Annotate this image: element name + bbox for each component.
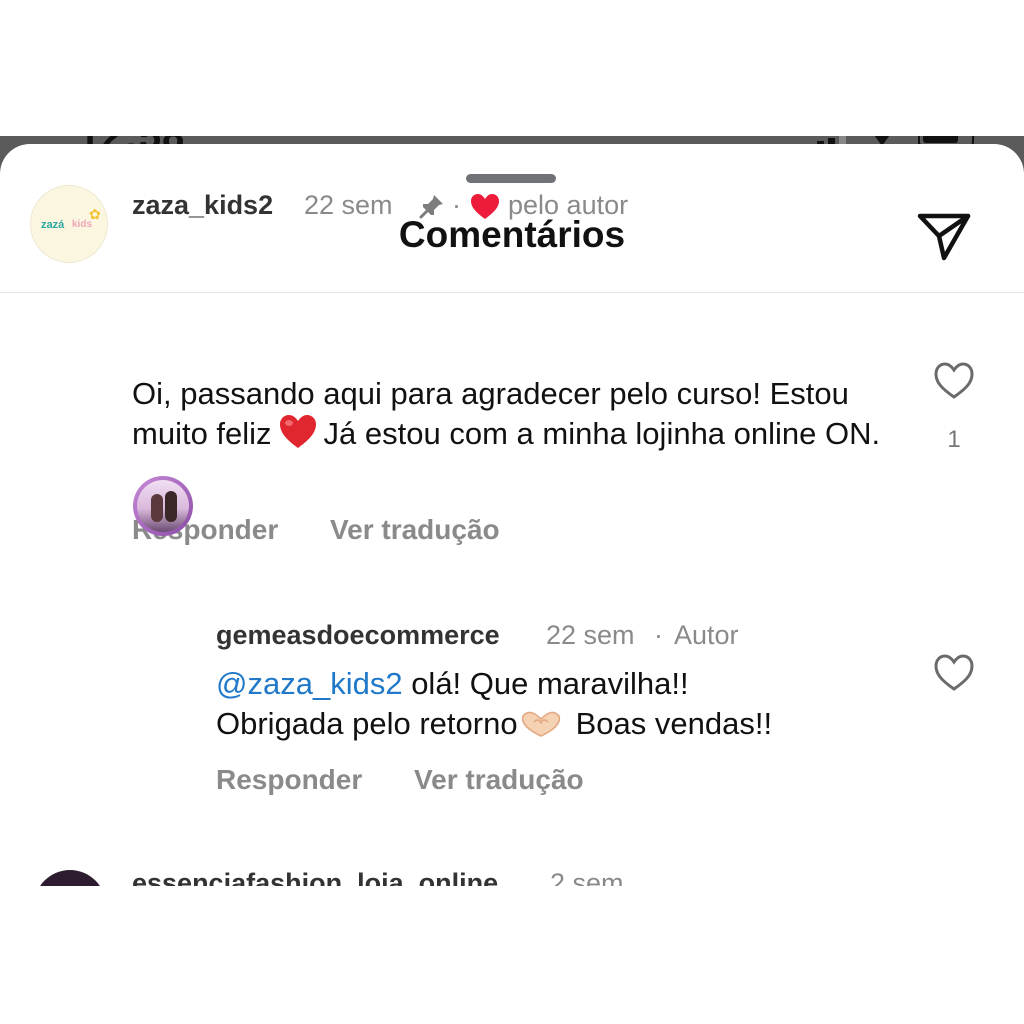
avatar[interactable]: zazá kids ✿ <box>30 185 108 263</box>
paper-plane-icon[interactable] <box>914 208 974 264</box>
pin-icon <box>419 195 443 219</box>
separator-dot: · <box>654 620 663 650</box>
comment-username[interactable]: gemeasdoecommerce <box>216 620 500 651</box>
header-divider <box>0 292 1024 293</box>
liked-by-author: pelo autor <box>508 190 629 220</box>
comment-line: @zaza_kids2 olá! Que maravilha!! <box>216 664 916 704</box>
heart-emoji-icon <box>279 415 316 448</box>
comment-time: 22 sem <box>304 190 393 220</box>
translate-button[interactable]: Ver tradução <box>414 764 584 796</box>
comment-username[interactable]: essenciafashion_loja_online <box>132 868 498 886</box>
comment-time: 22 sem <box>546 620 635 650</box>
avatar-logo-text: zazá <box>41 219 65 231</box>
comment-text: @zaza_kids2 olá! Que maravilha!! Obrigad… <box>216 664 916 744</box>
like-count[interactable]: 1 <box>934 426 974 454</box>
heart-outline-icon[interactable] <box>932 360 976 400</box>
author-badge: Autor <box>674 620 739 650</box>
comment-time: 2 sem <box>550 868 624 886</box>
heart-outline-icon[interactable] <box>932 652 976 692</box>
red-heart-icon <box>471 194 499 219</box>
flower-icon: ✿ <box>89 206 101 222</box>
sheet-grabber[interactable] <box>466 174 556 183</box>
avatar-photo <box>137 480 189 532</box>
comment-text-part: Boas vendas!! <box>575 706 773 741</box>
comment-text-part: olá! Que maravilha!! <box>411 666 689 701</box>
reply-button[interactable]: Responder <box>216 764 362 796</box>
partial-comment: essenciafashion_loja_online 2 sem <box>0 860 1024 886</box>
comment-line: Obrigada pelo retorno Boas vendas!! <box>216 704 916 744</box>
mention-link[interactable]: @zaza_kids2 <box>216 666 403 701</box>
avatar-person <box>151 494 163 522</box>
avatar[interactable] <box>34 870 106 886</box>
avatar-person <box>165 491 177 522</box>
comment-username[interactable]: zaza_kids2 <box>132 190 273 221</box>
comment-text-part: Obrigada pelo retorno <box>216 706 518 741</box>
comment-text: Oi, passando aqui para agradecer pelo cu… <box>132 374 902 454</box>
avatar[interactable] <box>133 476 193 536</box>
comment-text-part: Já estou com a minha lojinha online ON. <box>323 416 881 451</box>
heart-hands-emoji-icon <box>521 711 560 737</box>
separator-dot: · <box>452 190 461 220</box>
translate-button[interactable]: Ver tradução <box>330 514 500 546</box>
